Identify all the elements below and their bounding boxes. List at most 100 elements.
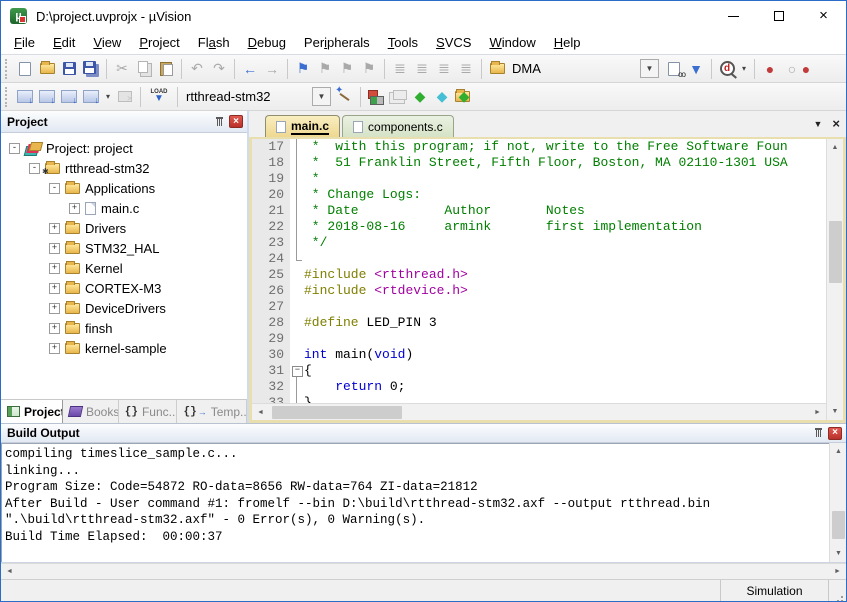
cut-button[interactable]: ✂ (111, 58, 133, 80)
tree-item-kernel[interactable]: + Kernel (1, 258, 247, 278)
find-in-files-button[interactable]: oo (663, 58, 685, 80)
code-line[interactable]: 19 * (252, 171, 826, 187)
expander-collapsed-icon[interactable]: + (49, 343, 60, 354)
target-combo-dropdown-button[interactable]: ▼ (312, 87, 331, 106)
code-line[interactable]: 29 (252, 331, 826, 347)
find-in-files-dialog-button[interactable] (486, 58, 508, 80)
code-line[interactable]: 31{ (252, 363, 826, 379)
scroll-left-icon[interactable]: ◄ (252, 404, 269, 421)
code-line[interactable]: 26#include <rtdevice.h> (252, 283, 826, 299)
code-line[interactable]: 21 * Date Author Notes (252, 203, 826, 219)
expander-collapsed-icon[interactable]: + (49, 323, 60, 334)
tree-item-stm32-hal[interactable]: + STM32_HAL (1, 238, 247, 258)
tab-templates[interactable]: {}→ Temp... (177, 400, 247, 423)
menu-help[interactable]: Help (545, 31, 590, 55)
scrollbar-thumb[interactable] (832, 511, 845, 539)
code-line[interactable]: 23 */ (252, 235, 826, 251)
fold-margin[interactable] (290, 235, 304, 251)
debug-dropdown-button[interactable]: ▾ (738, 58, 750, 80)
menu-peripherals[interactable]: Peripherals (295, 31, 379, 55)
tree-item-finsh[interactable]: + finsh (1, 318, 247, 338)
code-line[interactable]: 28#define LED_PIN 3 (252, 315, 826, 331)
next-bookmark-button[interactable]: ⚑ (336, 58, 358, 80)
code-line[interactable]: 24 (252, 251, 826, 267)
code-line[interactable]: 25#include <rtthread.h> (252, 267, 826, 283)
code-line[interactable]: 20 * Change Logs: (252, 187, 826, 203)
expander-collapsed-icon[interactable]: + (49, 263, 60, 274)
menu-window[interactable]: Window (480, 31, 544, 55)
tree-item-target[interactable]: - rtthread-stm32 (1, 158, 247, 178)
fold-margin[interactable] (290, 171, 304, 187)
build-output-close-button[interactable]: × (828, 427, 842, 440)
redo-button[interactable]: ↷ (208, 58, 230, 80)
start-stop-debug-button[interactable]: d (716, 58, 738, 80)
insert-remove-breakpoint-button[interactable]: ● (759, 58, 781, 80)
fold-margin[interactable] (290, 315, 304, 331)
scroll-right-icon[interactable]: ► (809, 404, 826, 421)
indent-button[interactable]: ≣ (389, 58, 411, 80)
pin-icon[interactable] (214, 116, 226, 128)
tab-functions[interactable]: {} Func... (119, 400, 178, 423)
manage-rte-button[interactable]: ◆ (409, 86, 431, 108)
project-panel-close-button[interactable]: × (229, 115, 243, 128)
fold-margin[interactable] (290, 267, 304, 283)
minimize-button[interactable] (711, 1, 756, 31)
close-button[interactable]: × (801, 1, 846, 31)
enable-disable-breakpoint-button[interactable]: ○ (781, 58, 803, 80)
fold-margin[interactable] (290, 139, 304, 155)
comment-selection-button[interactable]: ≣ (433, 58, 455, 80)
outdent-button[interactable]: ≣ (411, 58, 433, 80)
menu-svcs[interactable]: SVCS (427, 31, 480, 55)
scrollbar-thumb[interactable] (272, 406, 402, 419)
download-button[interactable]: LOAD ▼ (145, 86, 173, 108)
incremental-find-button[interactable]: ▼ (685, 58, 707, 80)
batch-build-button[interactable] (80, 86, 102, 108)
expander-collapsed-icon[interactable]: + (49, 243, 60, 254)
menu-view[interactable]: View (84, 31, 130, 55)
close-document-button[interactable]: × (832, 116, 840, 131)
tab-components-c[interactable]: components.c (342, 115, 454, 137)
previous-bookmark-button[interactable]: ⚑ (314, 58, 336, 80)
options-for-target-button[interactable] (334, 86, 356, 108)
tab-main-c[interactable]: main.c (265, 115, 340, 137)
target-select-combo[interactable]: rtthread-stm32 (182, 86, 310, 108)
navigate-back-button[interactable]: ← (239, 58, 261, 80)
tree-item-main-c[interactable]: + main.c (1, 198, 247, 218)
save-button[interactable] (58, 58, 80, 80)
tree-item-applications[interactable]: - Applications (1, 178, 247, 198)
editor-horizontal-scrollbar[interactable]: ◄ ► (252, 403, 826, 420)
code-line[interactable]: 30int main(void) (252, 347, 826, 363)
manage-project-items-button[interactable] (365, 86, 387, 108)
scroll-up-icon[interactable]: ▲ (827, 139, 844, 156)
fold-margin[interactable] (290, 251, 304, 267)
insert-bookmark-button[interactable]: ⚑ (292, 58, 314, 80)
code-line[interactable]: 33} (252, 395, 826, 403)
expander-collapsed-icon[interactable]: + (69, 203, 80, 214)
tree-item-devicedrivers[interactable]: + DeviceDrivers (1, 298, 247, 318)
menu-project[interactable]: Project (130, 31, 188, 55)
open-file-button[interactable] (36, 58, 58, 80)
expander-collapsed-icon[interactable]: + (49, 223, 60, 234)
find-combo-dropdown-button[interactable]: ▼ (640, 59, 659, 78)
pin-icon[interactable] (813, 427, 825, 439)
save-all-button[interactable] (80, 58, 102, 80)
toolbar-grip[interactable] (5, 59, 10, 79)
toolbar-grip[interactable] (5, 87, 10, 107)
clear-bookmarks-button[interactable]: ⚑ (358, 58, 380, 80)
maximize-button[interactable] (756, 1, 801, 31)
new-file-button[interactable] (14, 58, 36, 80)
expander-collapsed-icon[interactable]: + (49, 303, 60, 314)
fold-toggle-icon[interactable] (290, 363, 304, 379)
fold-margin[interactable] (290, 187, 304, 203)
scroll-left-icon[interactable]: ◄ (1, 563, 18, 580)
uncomment-selection-button[interactable]: ≣ (455, 58, 477, 80)
tree-item-cortex-m3[interactable]: + CORTEX-M3 (1, 278, 247, 298)
code-line[interactable]: 17 * with this program; if not, write to… (252, 139, 826, 155)
stop-build-button[interactable] (114, 86, 136, 108)
expander-expanded-icon[interactable]: - (9, 143, 20, 154)
menu-file[interactable]: File (5, 31, 44, 55)
resize-grip[interactable] (828, 580, 846, 601)
paste-button[interactable] (155, 58, 177, 80)
tab-books[interactable]: Books (63, 400, 119, 423)
tree-item-project-root[interactable]: - Project: project (1, 138, 247, 158)
